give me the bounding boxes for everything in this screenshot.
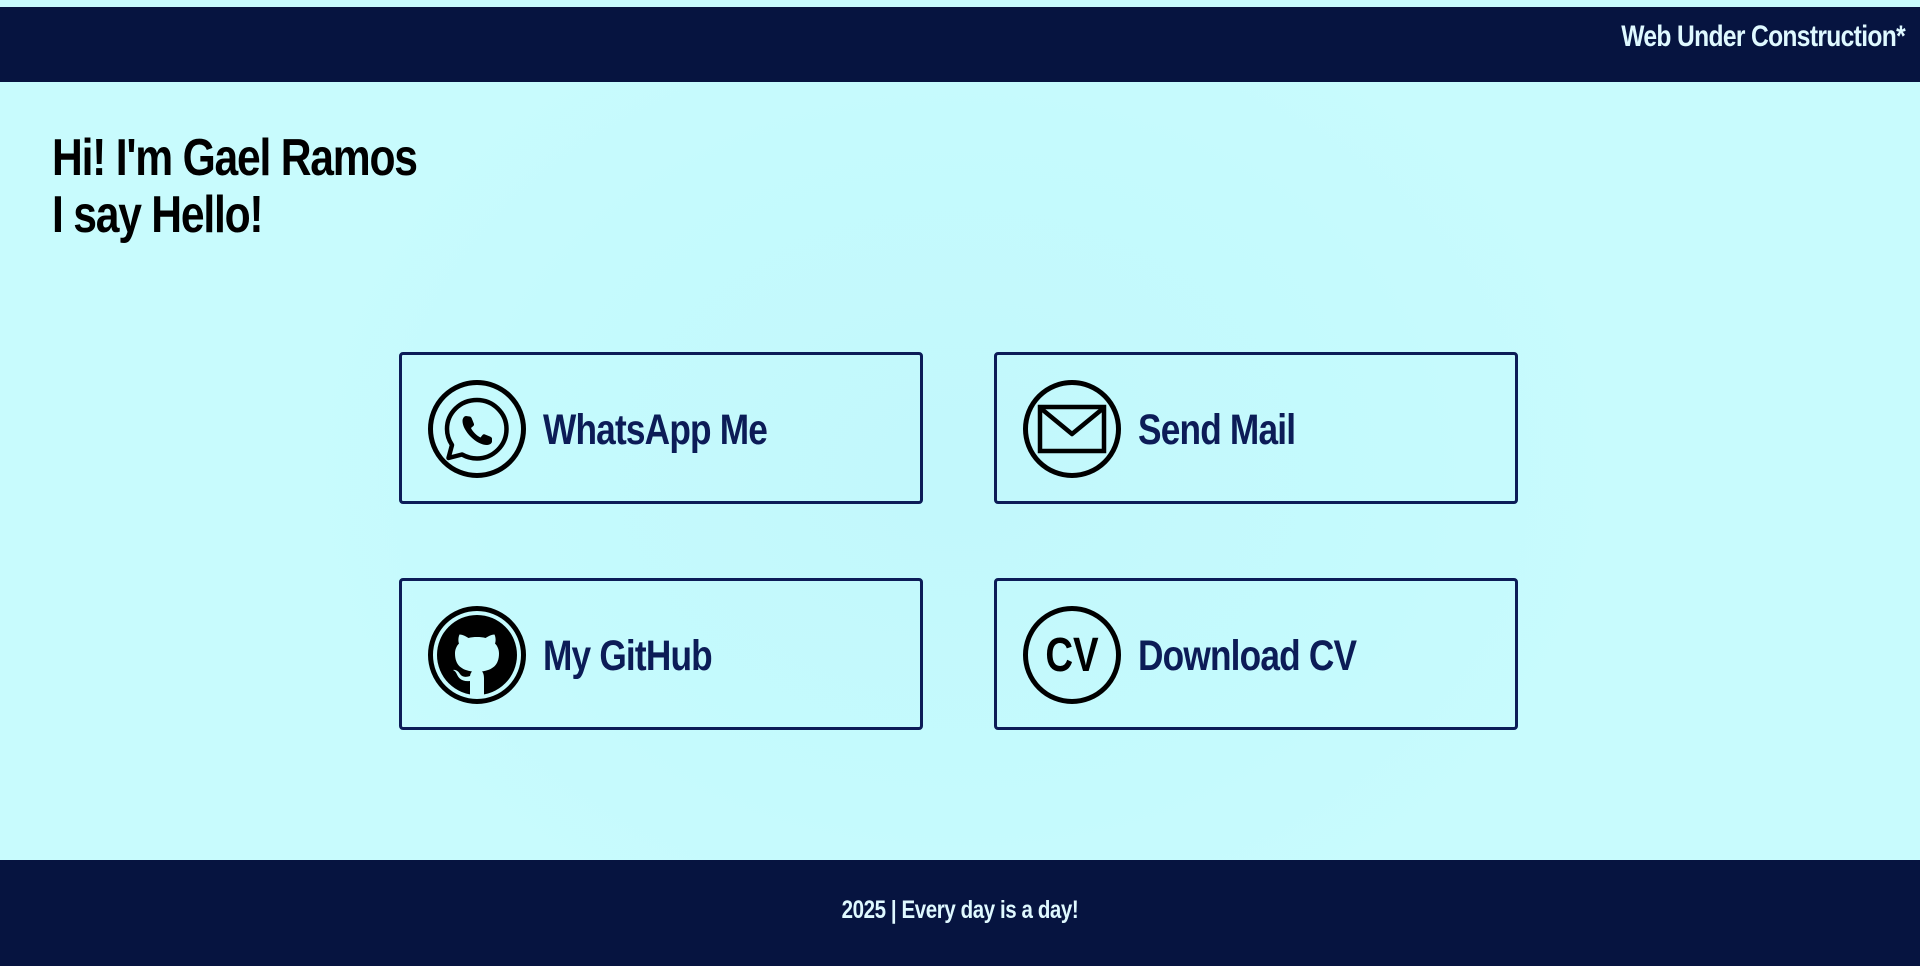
header-title: Web Under Construction* — [1621, 20, 1905, 53]
whatsapp-icon — [427, 379, 527, 479]
download-cv-button-label: Download CV — [1138, 632, 1357, 680]
send-mail-button[interactable]: Send Mail — [994, 352, 1518, 504]
github-button-label: My GitHub — [543, 632, 713, 680]
hero-heading: Hi! I'm Gael Ramos I say Hello! — [52, 129, 418, 244]
hero-line-1: Hi! I'm Gael Ramos — [52, 129, 418, 187]
hero-line-2: I say Hello! — [52, 186, 264, 244]
cv-icon: CV — [1022, 605, 1122, 705]
whatsapp-button-label: WhatsApp Me — [543, 406, 768, 454]
footer-text: 2025 | Every day is a day! — [841, 896, 1079, 924]
github-icon — [427, 605, 527, 705]
send-mail-button-label: Send Mail — [1138, 406, 1296, 454]
whatsapp-button[interactable]: WhatsApp Me — [399, 352, 923, 504]
site-header: Web Under Construction* — [0, 7, 1920, 82]
cv-icon-text: CV — [1045, 629, 1098, 682]
download-cv-button[interactable]: CV Download CV — [994, 578, 1518, 730]
top-strip — [0, 0, 1920, 7]
github-button[interactable]: My GitHub — [399, 578, 923, 730]
mail-icon — [1022, 379, 1122, 479]
site-footer: 2025 | Every day is a day! — [0, 860, 1920, 966]
